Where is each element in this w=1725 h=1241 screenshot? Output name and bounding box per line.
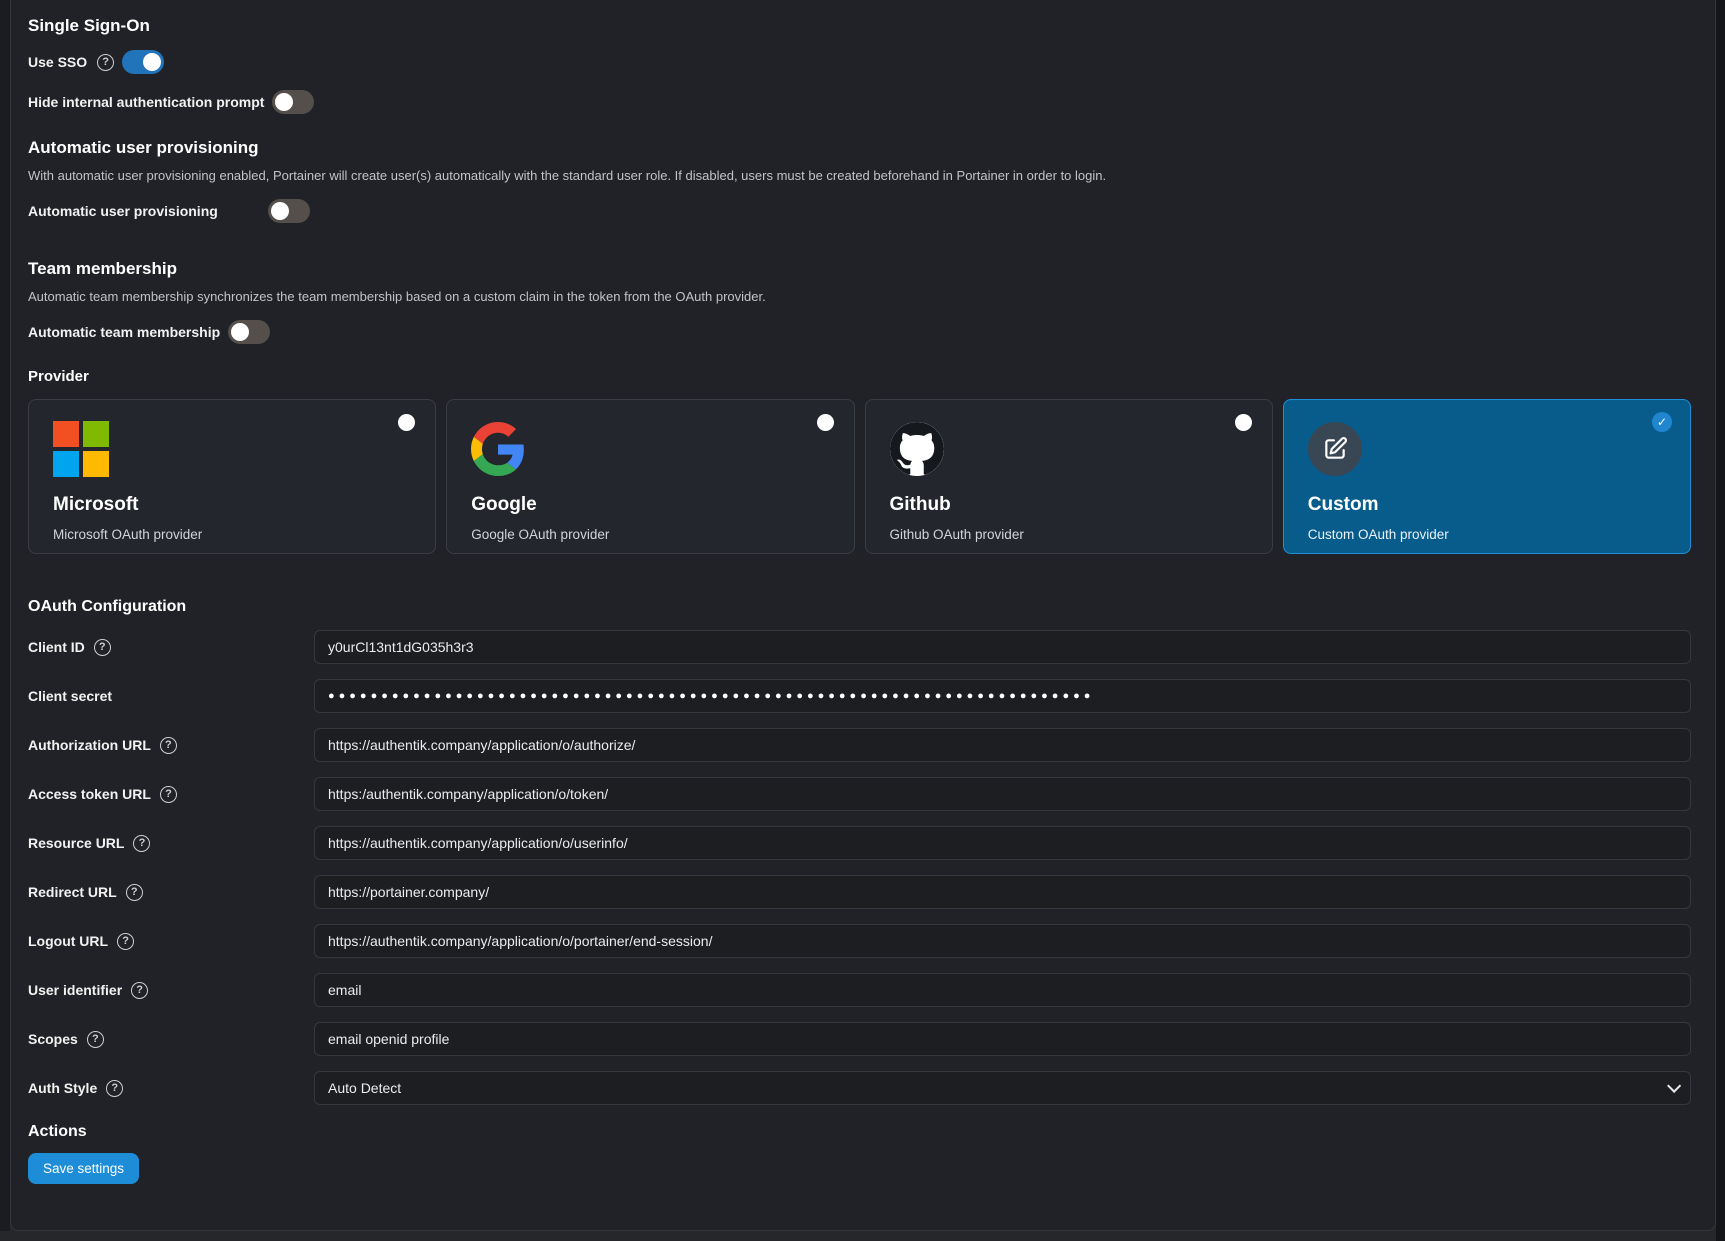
client-secret-row: Client secret (28, 679, 1691, 713)
access-token-url-input[interactable] (314, 777, 1691, 811)
hide-auth-prompt-label: Hide internal authentication prompt (28, 94, 264, 110)
help-icon[interactable] (97, 54, 114, 71)
team-toggle-label: Automatic team membership (28, 324, 220, 340)
save-settings-button[interactable]: Save settings (28, 1153, 139, 1184)
github-logo-icon (890, 422, 944, 476)
client-secret-input[interactable] (314, 679, 1691, 713)
team-toggle[interactable] (228, 320, 270, 344)
help-icon[interactable] (133, 835, 150, 852)
hide-auth-prompt-row: Hide internal authentication prompt (28, 90, 1691, 114)
provider-name: Custom (1308, 494, 1666, 516)
provisioning-toggle-label: Automatic user provisioning (28, 203, 260, 219)
help-icon[interactable] (131, 982, 148, 999)
access-token-url-row: Access token URL (28, 777, 1691, 811)
user-identifier-label: User identifier (28, 982, 122, 998)
provider-description: Custom OAuth provider (1308, 527, 1666, 542)
provider-card-custom[interactable]: Custom Custom OAuth provider (1283, 399, 1691, 554)
provider-name: Google (471, 494, 829, 516)
help-icon[interactable] (126, 884, 143, 901)
help-icon[interactable] (94, 639, 111, 656)
help-icon[interactable] (117, 933, 134, 950)
provider-description: Google OAuth provider (471, 527, 829, 542)
team-description: Automatic team membership synchronizes t… (28, 289, 1691, 304)
client-id-input[interactable] (314, 630, 1691, 664)
radio-unselected-icon[interactable] (817, 414, 834, 431)
client-id-label: Client ID (28, 639, 85, 655)
provider-description: Microsoft OAuth provider (53, 527, 411, 542)
use-sso-toggle[interactable] (122, 50, 164, 74)
redirect-url-row: Redirect URL (28, 875, 1691, 909)
logout-url-row: Logout URL (28, 924, 1691, 958)
resource-url-label: Resource URL (28, 835, 124, 851)
microsoft-logo-icon (53, 421, 109, 477)
client-id-row: Client ID (28, 630, 1691, 664)
provider-name: Microsoft (53, 494, 411, 516)
scopes-input[interactable] (314, 1022, 1691, 1056)
provider-card-microsoft[interactable]: Microsoft Microsoft OAuth provider (28, 399, 436, 554)
help-icon[interactable] (160, 737, 177, 754)
provider-description: Github OAuth provider (890, 527, 1248, 542)
hide-auth-prompt-toggle[interactable] (272, 90, 314, 114)
check-icon (1652, 412, 1672, 432)
scopes-label: Scopes (28, 1031, 78, 1047)
toggle-knob (271, 202, 289, 220)
user-identifier-row: User identifier (28, 973, 1691, 1007)
provider-grid: Microsoft Microsoft OAuth provider Googl… (28, 399, 1691, 554)
page-left-gutter (0, 0, 10, 1231)
radio-unselected-icon[interactable] (398, 414, 415, 431)
authorization-url-label: Authorization URL (28, 737, 151, 753)
provisioning-description: With automatic user provisioning enabled… (28, 168, 1691, 183)
auth-style-label: Auth Style (28, 1080, 97, 1096)
sso-section-title: Single Sign-On (28, 16, 1691, 36)
authorization-url-input[interactable] (314, 728, 1691, 762)
redirect-url-input[interactable] (314, 875, 1691, 909)
provisioning-section-title: Automatic user provisioning (28, 138, 1691, 158)
redirect-url-label: Redirect URL (28, 884, 117, 900)
oauth-section-title: OAuth Configuration (28, 598, 1691, 616)
google-logo-icon (471, 422, 525, 476)
provisioning-row: Automatic user provisioning (28, 199, 1691, 223)
oauth-settings-panel: Single Sign-On Use SSO Hide internal aut… (10, 0, 1716, 1231)
help-icon[interactable] (106, 1080, 123, 1097)
provisioning-toggle[interactable] (268, 199, 310, 223)
help-icon[interactable] (160, 786, 177, 803)
edit-icon (1308, 422, 1362, 476)
provider-card-github[interactable]: Github Github OAuth provider (865, 399, 1273, 554)
use-sso-row: Use SSO (28, 50, 1691, 74)
logout-url-label: Logout URL (28, 933, 108, 949)
client-secret-label: Client secret (28, 688, 112, 704)
help-icon[interactable] (87, 1031, 104, 1048)
toggle-knob (143, 53, 161, 71)
radio-unselected-icon[interactable] (1235, 414, 1252, 431)
resource-url-input[interactable] (314, 826, 1691, 860)
use-sso-label: Use SSO (28, 54, 87, 70)
access-token-url-label: Access token URL (28, 786, 151, 802)
chevron-down-icon (1667, 1079, 1681, 1093)
user-identifier-input[interactable] (314, 973, 1691, 1007)
auth-style-select[interactable]: Auto Detect (314, 1071, 1691, 1105)
resource-url-row: Resource URL (28, 826, 1691, 860)
scrollbar-track[interactable] (1716, 0, 1725, 1241)
auth-style-row: Auth Style Auto Detect (28, 1071, 1691, 1105)
team-row: Automatic team membership (28, 320, 1691, 344)
provider-name: Github (890, 494, 1248, 516)
authorization-url-row: Authorization URL (28, 728, 1691, 762)
scopes-row: Scopes (28, 1022, 1691, 1056)
team-section-title: Team membership (28, 259, 1691, 279)
logout-url-input[interactable] (314, 924, 1691, 958)
provider-label: Provider (28, 368, 1691, 385)
actions-section-title: Actions (28, 1123, 1691, 1141)
toggle-knob (275, 93, 293, 111)
provider-card-google[interactable]: Google Google OAuth provider (446, 399, 854, 554)
auth-style-selected-value: Auto Detect (328, 1080, 401, 1096)
toggle-knob (231, 323, 249, 341)
